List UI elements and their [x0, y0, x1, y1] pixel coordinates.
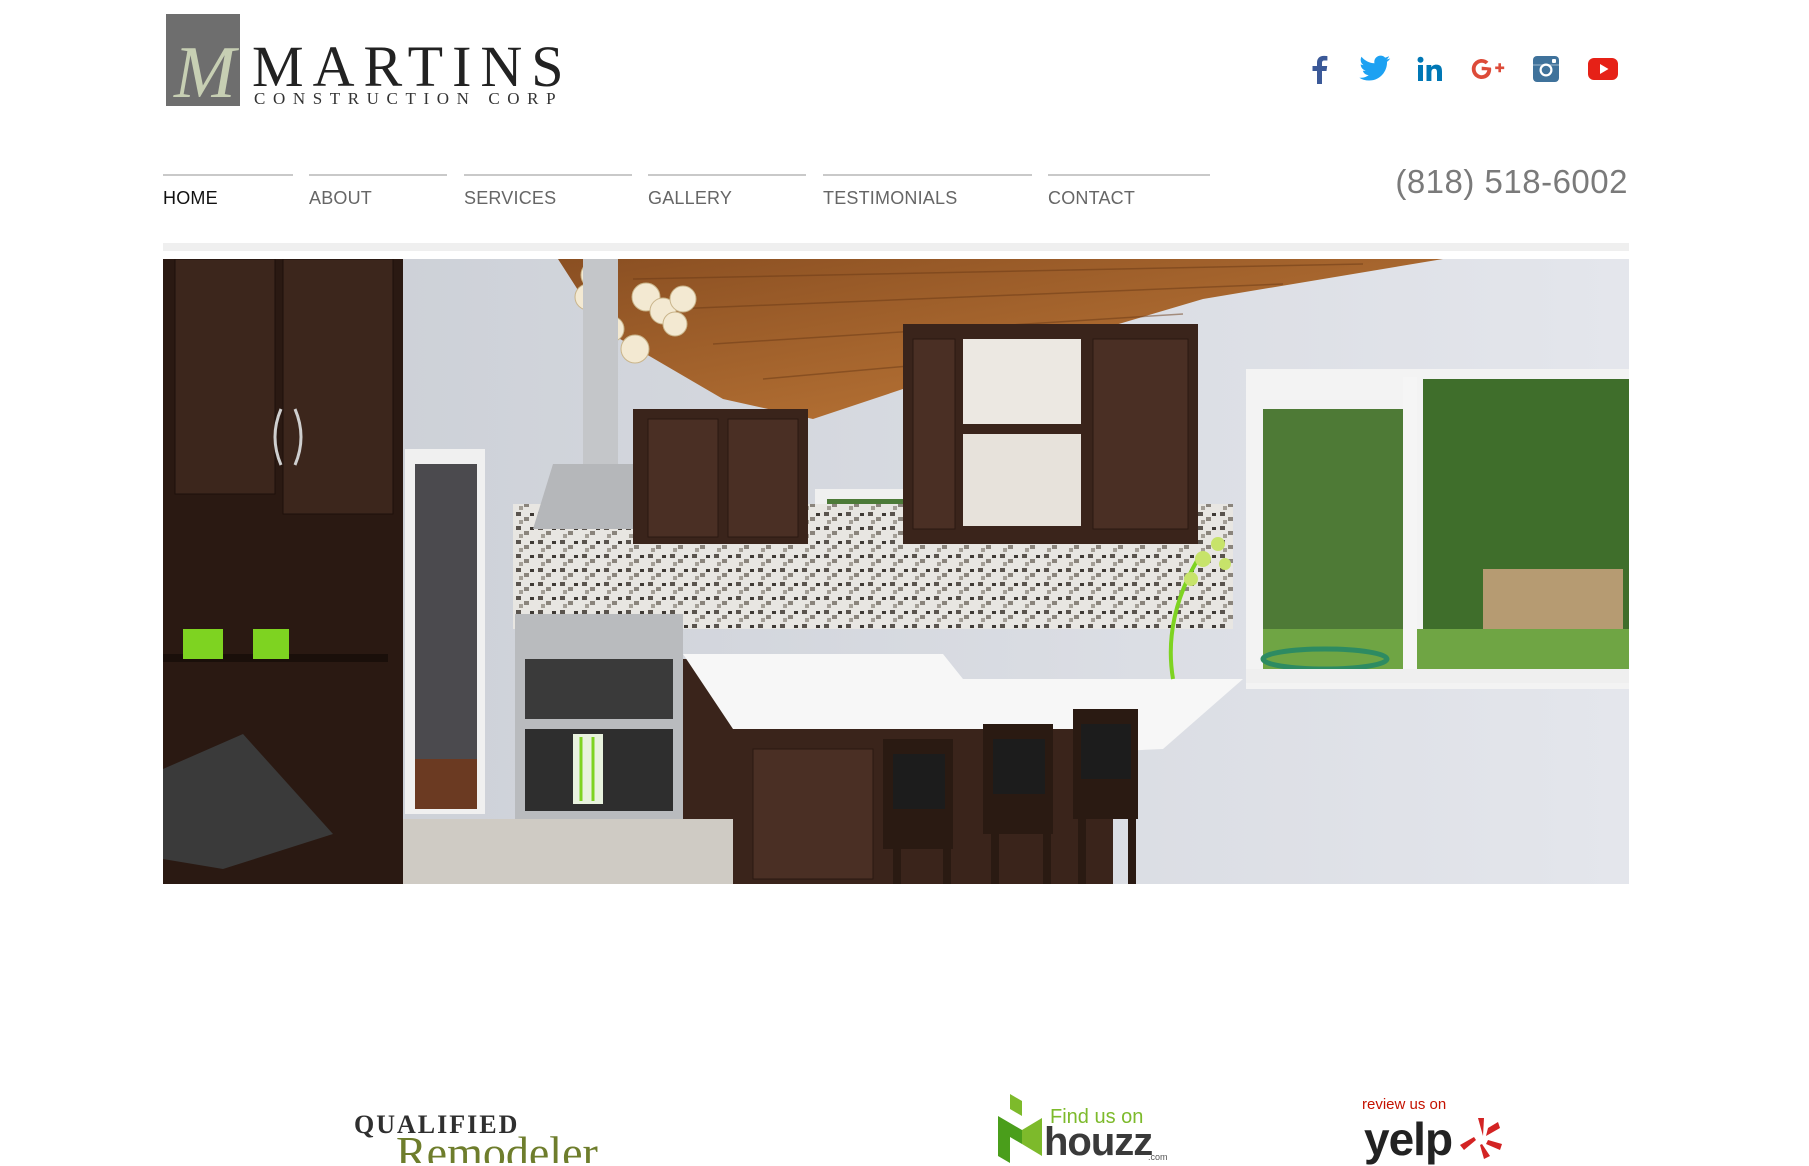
nav-contact[interactable]: CONTACT [1048, 174, 1210, 214]
instagram-icon[interactable] [1527, 50, 1565, 88]
facebook-icon[interactable] [1300, 50, 1338, 88]
yelp-burst-icon [1460, 1118, 1502, 1159]
yelp-wordmark: yelp [1364, 1113, 1453, 1165]
yelp-badge[interactable]: review us on yelp [1360, 1094, 1510, 1165]
nav-services[interactable]: SERVICES [464, 174, 632, 214]
nav-about-label: ABOUT [309, 188, 373, 208]
nav-divider [464, 174, 632, 176]
nav-gallery-label: GALLERY [648, 188, 733, 208]
hero-image-kitchen [163, 259, 1629, 884]
nav-testimonials-label: TESTIMONIALS [823, 188, 958, 208]
yelp-review-text: review us on [1362, 1096, 1447, 1113]
houzz-logo-icon [998, 1094, 1042, 1163]
nav-home[interactable]: HOME [163, 174, 293, 214]
qualified-remodeler-badge[interactable]: QUALIFIED Remodeler [352, 1106, 632, 1163]
nav-about[interactable]: ABOUT [309, 174, 447, 214]
nav-testimonials[interactable]: TESTIMONIALS [823, 174, 1032, 214]
phone-number[interactable]: (818) 518-6002 [1395, 163, 1628, 201]
nav-divider [309, 174, 447, 176]
hero-top-divider [163, 243, 1629, 251]
nav-divider [163, 174, 293, 176]
houzz-domain-suffix: .com [1148, 1152, 1168, 1162]
logo-monogram[interactable]: M [166, 14, 240, 106]
twitter-icon[interactable] [1356, 50, 1394, 88]
nav-gallery[interactable]: GALLERY [648, 174, 806, 214]
qualified-remodeler-line2: Remodeler [396, 1127, 598, 1163]
nav-services-label: SERVICES [464, 188, 557, 208]
houzz-badge[interactable]: Find us on houzz .com [998, 1094, 1178, 1164]
linkedin-icon[interactable] [1411, 50, 1449, 88]
nav-divider [648, 174, 806, 176]
google-plus-icon[interactable] [1469, 50, 1507, 88]
nav-home-label: HOME [163, 188, 218, 208]
nav-contact-label: CONTACT [1048, 188, 1136, 208]
logo-wordmark[interactable]: MARTINS [252, 38, 573, 96]
nav-divider [823, 174, 1032, 176]
nav-divider [1048, 174, 1210, 176]
youtube-icon[interactable] [1584, 50, 1622, 88]
logo-monogram-letter: M [174, 32, 236, 106]
houzz-wordmark: houzz [1044, 1120, 1153, 1164]
hero-kitchen-illustration [163, 259, 1629, 884]
logo-tagline: CONSTRUCTION CORP [254, 89, 564, 108]
